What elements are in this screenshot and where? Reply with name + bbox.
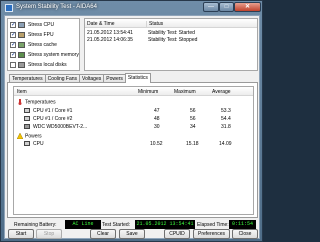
- temperatures-group-label: Temperatures: [17, 99, 56, 105]
- minimize-button[interactable]: —: [203, 2, 219, 12]
- stats-item: WDC WD5000BEVT-2...: [33, 124, 88, 130]
- average-column-header[interactable]: Average: [212, 89, 231, 95]
- stress-options-panel: Stress CPU Stress FPU Stress cache Stres…: [7, 18, 80, 71]
- save-button[interactable]: Save: [119, 229, 145, 239]
- stats-minimum: 10.52: [150, 141, 163, 147]
- stop-button[interactable]: Stop: [36, 229, 62, 239]
- title-bar[interactable]: System Stability Test - AIDA64 — □ ✕: [1, 1, 264, 15]
- status-column-header[interactable]: Status: [146, 21, 163, 28]
- stress-cache-label: Stress cache: [28, 42, 57, 48]
- disk-sensor-icon: [24, 124, 30, 129]
- cpu-sensor-icon: [24, 108, 30, 113]
- stats-row[interactable]: WDC WD5000BEVT-2... 30 34 31.8: [14, 122, 253, 131]
- stress-cache-checkbox[interactable]: [10, 41, 16, 48]
- event-log-header: Date & Time Status: [85, 19, 257, 28]
- log-status: Stability Test: Stopped: [148, 37, 198, 43]
- button-bar: Start Stop Clear Save CPUID Preferences …: [7, 229, 258, 239]
- stress-memory-option[interactable]: Stress system memory: [10, 51, 79, 59]
- stress-memory-checkbox[interactable]: [10, 51, 16, 58]
- cpu-sensor-icon: [24, 116, 30, 121]
- log-row[interactable]: 21.05.2012 13:54:41 Stability Test: Star…: [85, 29, 257, 36]
- stats-maximum: 34: [190, 124, 196, 130]
- elapsed-time-label: Elapsed Time:: [197, 222, 229, 228]
- cpu-icon: [18, 22, 25, 28]
- preferences-button[interactable]: Preferences: [193, 229, 230, 239]
- cache-icon: [18, 42, 25, 48]
- stress-disks-checkbox[interactable]: [10, 62, 16, 68]
- elapsed-time-value: 0:11:54: [229, 220, 256, 229]
- stress-cache-option[interactable]: Stress cache: [10, 41, 57, 49]
- memory-icon: [18, 52, 25, 58]
- test-started-label: Test Started:: [102, 222, 131, 228]
- stress-memory-label: Stress system memory: [28, 52, 79, 58]
- stats-item: CPU: [33, 141, 44, 147]
- app-icon: [5, 4, 13, 12]
- temperatures-group-name: Temperatures: [25, 99, 56, 106]
- minimum-column-header[interactable]: Minimum: [138, 89, 158, 95]
- start-button[interactable]: Start: [8, 229, 34, 239]
- statistics-table[interactable]: Item Minimum Maximum Average Temperature…: [13, 86, 254, 215]
- cpu-sensor-icon: [24, 141, 30, 146]
- log-row[interactable]: 21.05.2012 14:06:35 Stability Test: Stop…: [85, 36, 257, 43]
- statistics-panel: Item Minimum Maximum Average Temperature…: [7, 82, 258, 218]
- battery-value: AC Line: [65, 220, 101, 229]
- cpuid-button[interactable]: CPUID: [164, 229, 190, 239]
- group-row-temperatures[interactable]: Temperatures: [14, 97, 253, 106]
- fpu-icon: [18, 32, 25, 38]
- window-title: System Stability Test - AIDA64: [16, 4, 97, 10]
- stats-minimum: 30: [154, 124, 160, 130]
- test-started-value: 21.05.2012 13:54:41: [135, 220, 195, 229]
- battery-label: Remaining Battery:: [14, 222, 57, 228]
- statistics-header: Item Minimum Maximum Average: [14, 87, 253, 96]
- stress-cpu-checkbox[interactable]: [10, 21, 16, 28]
- disk-icon: [18, 62, 25, 68]
- window: System Stability Test - AIDA64 — □ ✕ Str…: [0, 0, 263, 242]
- maximum-column-header[interactable]: Maximum: [174, 89, 196, 95]
- thermometer-icon: [18, 99, 22, 105]
- event-log[interactable]: Date & Time Status 21.05.2012 13:54:41 S…: [84, 18, 258, 71]
- stress-cpu-option[interactable]: Stress CPU: [10, 21, 54, 29]
- close-button[interactable]: Close: [232, 229, 258, 239]
- item-column-header[interactable]: Item: [17, 89, 27, 95]
- stats-row[interactable]: CPU 10.52 15.18 14.09: [14, 139, 253, 148]
- client-area: Stress CPU Stress FPU Stress cache Stres…: [4, 15, 260, 239]
- stress-disks-option[interactable]: Stress local disks: [10, 61, 67, 69]
- stats-average: 14.09: [219, 141, 232, 147]
- clear-button[interactable]: Clear: [90, 229, 116, 239]
- stress-fpu-label: Stress FPU: [28, 32, 54, 38]
- stress-cpu-label: Stress CPU: [28, 22, 55, 28]
- stress-disks-label: Stress local disks: [28, 62, 67, 68]
- stats-maximum: 15.18: [186, 141, 199, 147]
- maximize-button[interactable]: □: [219, 2, 234, 12]
- datetime-column-header[interactable]: Date & Time: [87, 21, 115, 27]
- log-datetime: 21.05.2012 14:06:35: [87, 37, 133, 43]
- close-window-button[interactable]: ✕: [234, 2, 261, 12]
- stress-fpu-checkbox[interactable]: [10, 31, 16, 38]
- stats-average: 31.8: [221, 124, 231, 130]
- stress-fpu-option[interactable]: Stress FPU: [10, 31, 54, 39]
- tab-statistics[interactable]: Statistics: [124, 73, 151, 83]
